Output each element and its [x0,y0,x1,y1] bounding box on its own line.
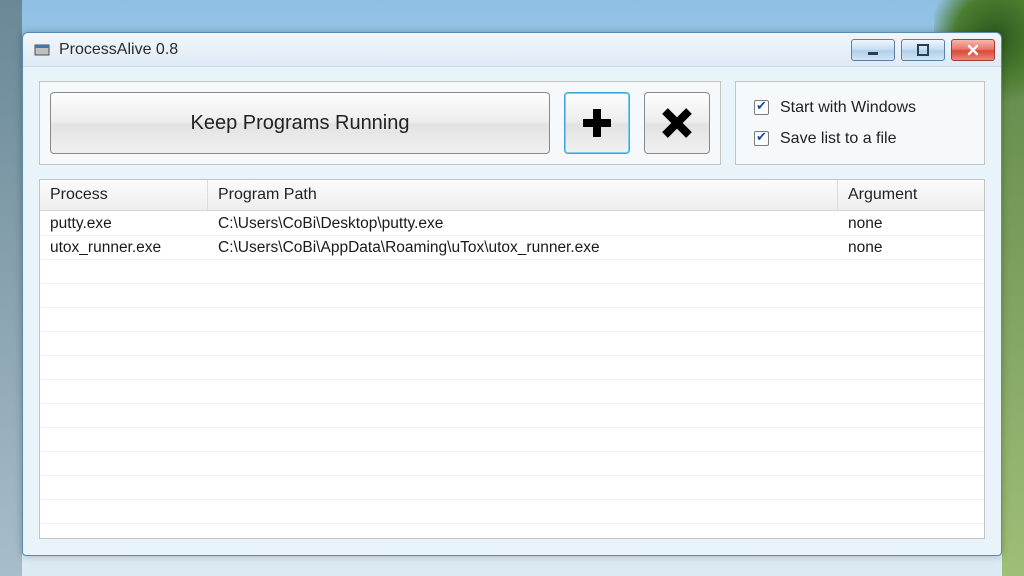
col-header-path[interactable]: Program Path [208,180,838,210]
client-area: Keep Programs Running Start with Windows [23,67,1001,555]
toolbar-row: Keep Programs Running Start with Windows [39,81,985,165]
cell-process: utox_runner.exe [40,239,208,257]
grid-body: putty.exeC:\Users\CoBi\Desktop\putty.exe… [40,212,984,538]
options-panel: Start with Windows Save list to a file [735,81,985,165]
window-controls [851,39,995,61]
process-table-panel: Process Program Path Argument putty.exeC… [39,179,985,539]
process-grid[interactable]: Process Program Path Argument putty.exeC… [40,180,984,538]
save-list-checkbox[interactable] [754,131,769,146]
cell-path: C:\Users\CoBi\Desktop\putty.exe [208,215,838,233]
app-icon [33,41,51,59]
app-window: ProcessAlive 0.8 Keep Programs Running [22,32,1002,556]
minimize-button[interactable] [851,39,895,61]
actions-panel: Keep Programs Running [39,81,721,165]
x-icon [657,103,697,143]
table-row[interactable]: utox_runner.exeC:\Users\CoBi\AppData\Roa… [40,236,984,260]
cell-path: C:\Users\CoBi\AppData\Roaming\uTox\utox_… [208,239,838,257]
cell-argument: none [838,215,984,233]
window-title: ProcessAlive 0.8 [59,41,178,59]
save-list-option[interactable]: Save list to a file [750,128,970,149]
save-list-label: Save list to a file [780,130,897,148]
cell-process: putty.exe [40,215,208,233]
remove-button[interactable] [644,92,710,154]
grid-header: Process Program Path Argument [40,180,984,211]
maximize-button[interactable] [901,39,945,61]
start-with-windows-label: Start with Windows [780,99,916,117]
keep-running-button[interactable]: Keep Programs Running [50,92,550,154]
col-header-argument[interactable]: Argument [838,180,984,210]
start-with-windows-option[interactable]: Start with Windows [750,97,970,118]
close-button[interactable] [951,39,995,61]
title-bar[interactable]: ProcessAlive 0.8 [23,33,1001,67]
col-header-process[interactable]: Process [40,180,208,210]
plus-icon [577,103,617,143]
table-row[interactable]: putty.exeC:\Users\CoBi\Desktop\putty.exe… [40,212,984,236]
add-button[interactable] [564,92,630,154]
start-with-windows-checkbox[interactable] [754,100,769,115]
cell-argument: none [838,239,984,257]
